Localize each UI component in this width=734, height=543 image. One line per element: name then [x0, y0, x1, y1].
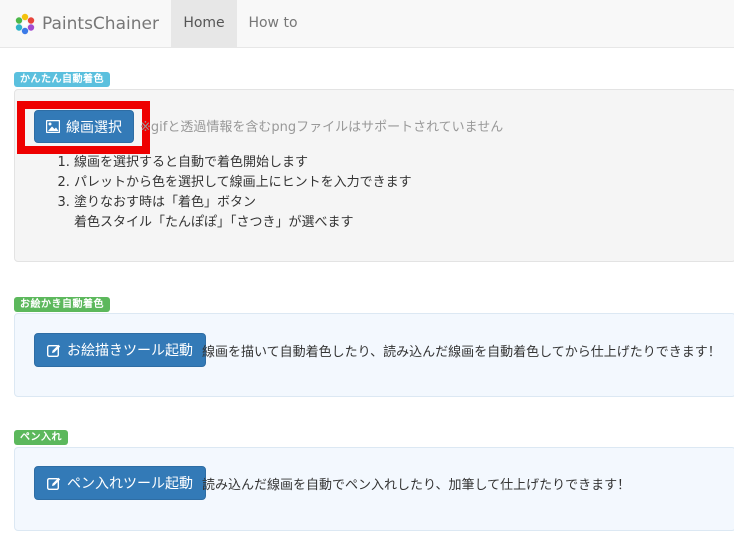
list-item: パレットから色を選択して線画上にヒントを入力できます	[74, 173, 412, 193]
nav-home[interactable]: Home	[171, 0, 237, 47]
highlight-box	[17, 101, 150, 154]
drawing-description: 線画を描いて自動着色したり、読み込んだ線画を自動着色してから仕上げたりできます！	[202, 345, 721, 360]
drawing-coloring-label: お絵かき自動着色	[14, 297, 110, 312]
flower-logo-icon	[15, 13, 35, 34]
steps-list: 線画を選択すると自動で着色開始します パレットから色を選択して線画上にヒントを入…	[58, 153, 412, 233]
brand[interactable]: PaintsChainer	[14, 0, 159, 47]
auto-coloring-label: かんたん自動着色	[14, 72, 110, 87]
brand-name: PaintsChainer	[42, 13, 159, 34]
unsupported-format-note: ※gifと透過情報を含むpngファイルはサポートされていません	[140, 120, 504, 135]
nav-how-to[interactable]: How to	[237, 0, 309, 47]
list-item: 塗りなおす時は「着色」ボタン 着色スタイル「たんぽぽ」「さつき」が選べます	[74, 193, 412, 233]
launch-drawing-tool-button[interactable]: お絵描きツール起動	[34, 333, 206, 367]
inking-label: ペン入れ	[14, 430, 68, 445]
navbar: PaintsChainer Home How to	[0, 0, 734, 48]
launch-drawing-tool-label: お絵描きツール起動	[67, 343, 193, 359]
launch-inking-tool-button[interactable]: ペン入れツール起動	[34, 466, 206, 500]
inking-description: 読み込んだ線画を自動でペン入れしたり、加筆して仕上げたりできます！	[202, 478, 631, 493]
launch-inking-tool-label: ペン入れツール起動	[67, 476, 193, 492]
list-item: 線画を選択すると自動で着色開始します	[74, 153, 412, 173]
step-subtext: 着色スタイル「たんぽぽ」「さつき」が選べます	[74, 215, 354, 230]
edit-icon	[47, 477, 61, 490]
step-text: 塗りなおす時は「着色」ボタン	[74, 195, 257, 210]
edit-icon	[47, 344, 61, 357]
